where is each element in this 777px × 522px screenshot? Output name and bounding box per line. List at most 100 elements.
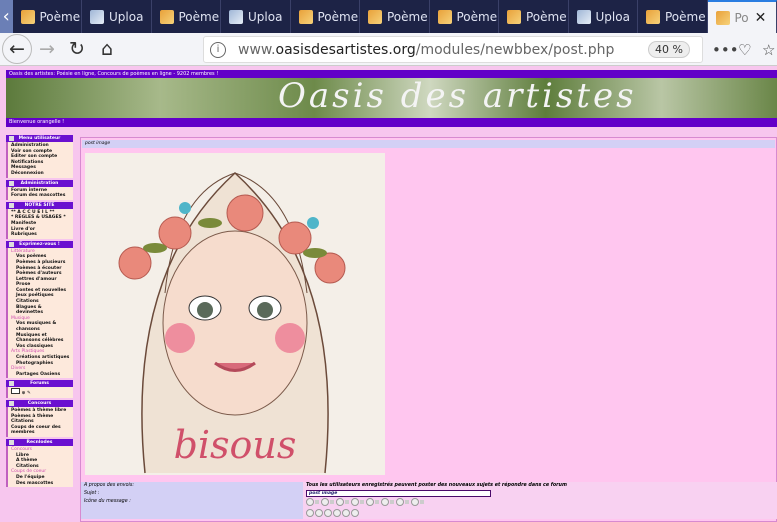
message-icon-radio[interactable]	[324, 508, 332, 517]
sidebar-link[interactable]: Poèmes à thème libre	[11, 408, 70, 414]
subject-label: Sujet :	[81, 490, 303, 498]
home-button[interactable]: ⌂	[92, 38, 122, 60]
poeme-favicon-icon	[437, 9, 452, 24]
more-icon[interactable]: •••	[712, 41, 739, 59]
message-icon	[315, 500, 319, 504]
message-icon	[375, 500, 379, 504]
sidebar-block: Poèmes à thème libre Poèmes à thème Citati…	[6, 406, 73, 437]
browser-tab[interactable]: Poème	[360, 0, 430, 33]
tab-scroll-left-button[interactable]: ‹	[0, 0, 13, 33]
bookmark-star-icon[interactable]: ☆	[762, 41, 775, 59]
poeme-favicon-icon	[298, 9, 313, 24]
poeme-favicon-icon	[646, 9, 660, 24]
forum-search-icon[interactable]: ⊕	[22, 391, 26, 396]
message-icon	[330, 500, 334, 504]
message-icon-radio[interactable]	[351, 508, 359, 517]
message-icon-radio[interactable]	[396, 498, 404, 506]
sidebar-block: Concours Libre A thème Citations Coups de co…	[6, 445, 73, 488]
sidebar-link[interactable]: Coups de coeur des membres	[11, 425, 70, 436]
sidebar-block: Forum interne Forum des mascottes	[6, 186, 73, 200]
upload-favicon-icon	[90, 9, 104, 24]
sidebar-link[interactable]: Créations artistiques	[11, 355, 70, 361]
browser-tab[interactable]: Poème	[638, 0, 708, 33]
zoom-level[interactable]: 40 %	[648, 41, 690, 58]
sidebar-link[interactable]: Déconnexion	[11, 171, 70, 177]
browser-tab[interactable]: Poème	[152, 0, 221, 33]
back-button[interactable]: ←	[2, 34, 32, 64]
close-tab-icon[interactable]: ✕	[755, 10, 767, 26]
sidebar: Menu utilisateur Administration Voir son c…	[6, 133, 73, 488]
info-icon[interactable]: i	[210, 41, 226, 58]
site-tagline: Oasis des artistes: Poésie en ligne, Con…	[6, 70, 777, 78]
browser-tab[interactable]: Poème	[291, 0, 360, 33]
message-icon	[420, 500, 424, 504]
browser-tab[interactable]: Po ✕	[707, 0, 777, 33]
poeme-favicon-icon	[159, 9, 174, 24]
message-icon-radio[interactable]	[351, 498, 359, 506]
post-header: post image	[82, 140, 775, 148]
upload-favicon-icon	[576, 9, 591, 24]
sidebar-block-title: Forums	[6, 380, 73, 388]
poeme-favicon-icon	[715, 10, 730, 25]
forward-button[interactable]: →	[32, 38, 62, 60]
forum-select-icon[interactable]	[11, 388, 20, 395]
site-banner: Oasis des artistes	[6, 78, 777, 118]
poeme-favicon-icon	[20, 9, 35, 24]
browser-tab[interactable]: Poème	[13, 0, 82, 33]
sidebar-block-title: Administration	[6, 179, 73, 187]
message-icon-radio[interactable]	[366, 498, 374, 506]
sidebar-link[interactable]: Rubriques	[11, 232, 70, 238]
sidebar-link[interactable]: Forum des mascottes	[11, 193, 70, 199]
sidebar-block: ⊕ ✎	[6, 387, 73, 398]
message-icon-radio[interactable]	[411, 498, 419, 506]
navigation-bar: ← → ↻ ⌂ i www. oasisdesartistes.org/modul…	[0, 33, 777, 66]
message-icon-radio[interactable]	[342, 508, 350, 517]
poeme-favicon-icon	[368, 9, 382, 24]
message-icon-picker	[303, 498, 777, 519]
sidebar-link[interactable]: Blagues & devinettes	[11, 305, 70, 316]
tab-bar: ‹ Poème Uploa Poème Uploa Poème Poème Poème Poè…	[0, 0, 777, 33]
message-icon-radio[interactable]	[315, 508, 323, 517]
sidebar-block-title: Recnlodes	[6, 438, 73, 446]
message-icon-radio[interactable]	[321, 498, 329, 506]
sidebar-block-title: Concours	[6, 399, 73, 407]
sidebar-link[interactable]: Partages Oasiens	[11, 372, 70, 378]
browser-tab[interactable]: Uploa	[221, 0, 291, 33]
icon-label: Icône du message :	[81, 498, 303, 519]
message-icon-radio[interactable]	[381, 498, 389, 506]
sidebar-link[interactable]: Vos musiques & chansons	[11, 321, 70, 332]
post-image: bisous	[85, 153, 385, 475]
poeme-favicon-icon	[507, 9, 521, 24]
image-caption: bisous	[174, 423, 297, 467]
subject-input[interactable]: post image	[306, 490, 491, 497]
forum-edit-icon[interactable]: ✎	[27, 391, 31, 396]
message-icon-radio[interactable]	[333, 508, 341, 517]
sidebar-block: Administration Voir son compte Editer son …	[6, 142, 73, 178]
about-value: Tous les utilisateurs enregistrés peuven…	[303, 482, 777, 490]
message-icon-radio[interactable]	[336, 498, 344, 506]
sidebar-block-title: Exprimez-vous !	[6, 240, 73, 248]
pocket-icon[interactable]: ♡	[738, 41, 751, 59]
browser-tab[interactable]: Uploa	[569, 0, 638, 33]
upload-favicon-icon	[229, 9, 243, 24]
welcome-text: Bienvenue orangelle !	[6, 118, 777, 127]
message-icon	[345, 500, 349, 504]
site-logo: Oasis des artistes	[278, 78, 637, 116]
browser-tab[interactable]: Uploa	[82, 0, 152, 33]
address-bar[interactable]: i www. oasisdesartistes.org/modules/newbb…	[203, 36, 703, 63]
message-icon	[390, 500, 394, 504]
message-icon-radio[interactable]	[306, 508, 314, 517]
sidebar-block: Littérature Vos poèmes Poèmes à plusieurs P…	[6, 247, 73, 379]
post-form: A propos des envois: Tous les utilisateur…	[81, 482, 777, 519]
sidebar-block: ** A C C U E I L ** * REGLES & USAGES * Ma…	[6, 208, 73, 239]
sidebar-link[interactable]: Poèmes d'auteurs	[11, 271, 70, 277]
sidebar-link[interactable]: Des mascottes	[11, 481, 70, 487]
sidebar-link[interactable]: Musiques et Chansons célèbres	[11, 333, 70, 344]
browser-tab[interactable]: Poème	[430, 0, 499, 33]
message-icon-radio[interactable]	[306, 498, 314, 506]
reload-button[interactable]: ↻	[62, 38, 92, 60]
message-icon	[405, 500, 409, 504]
browser-tab[interactable]: Poème	[499, 0, 569, 33]
message-icon	[360, 500, 364, 504]
sidebar-link[interactable]: Poèmes à plusieurs	[11, 260, 70, 266]
